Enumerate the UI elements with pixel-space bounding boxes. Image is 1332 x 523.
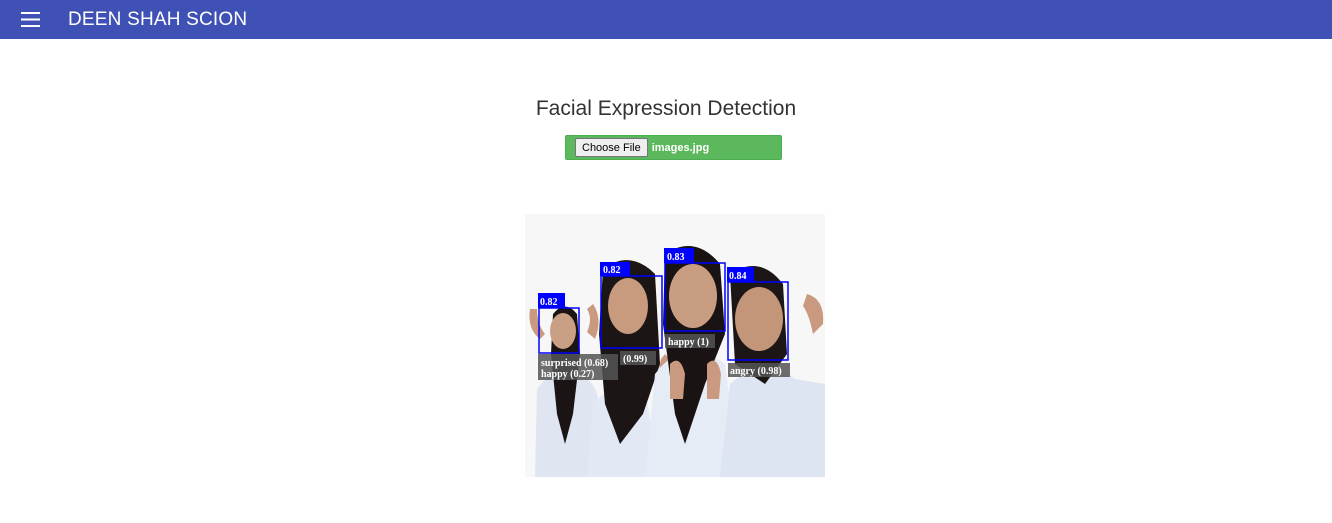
detection-result-image: 0.82 surprised (0.68) happy (0.27) 0.82 …	[525, 214, 825, 477]
file-upload-bar[interactable]: Choose File images.jpg	[565, 135, 782, 160]
choose-file-button[interactable]: Choose File	[575, 138, 648, 157]
face-1-score: 0.82	[540, 297, 558, 308]
selected-file-name: images.jpg	[651, 141, 710, 154]
face-1-label-1: surprised (0.68)	[541, 358, 608, 369]
top-app-bar: DEEN SHAH SCION	[0, 0, 1332, 39]
face-1-label-2: happy (0.27)	[541, 369, 594, 380]
face-4-label-1: angry (0.98)	[730, 366, 782, 377]
brand-title[interactable]: DEEN SHAH SCION	[68, 9, 247, 31]
face-3-score: 0.83	[667, 252, 685, 263]
page-title: Facial Expression Detection	[535, 97, 797, 120]
hamburger-menu-icon	[21, 12, 40, 27]
face-2-label-1: (0.99)	[623, 354, 647, 365]
face-4-score: 0.84	[729, 271, 747, 282]
result-canvas: 0.82 surprised (0.68) happy (0.27) 0.82 …	[529, 246, 825, 477]
menu-button[interactable]	[21, 0, 61, 39]
face-3-label-1: happy (1)	[668, 337, 709, 348]
face-2-score: 0.82	[603, 265, 621, 276]
